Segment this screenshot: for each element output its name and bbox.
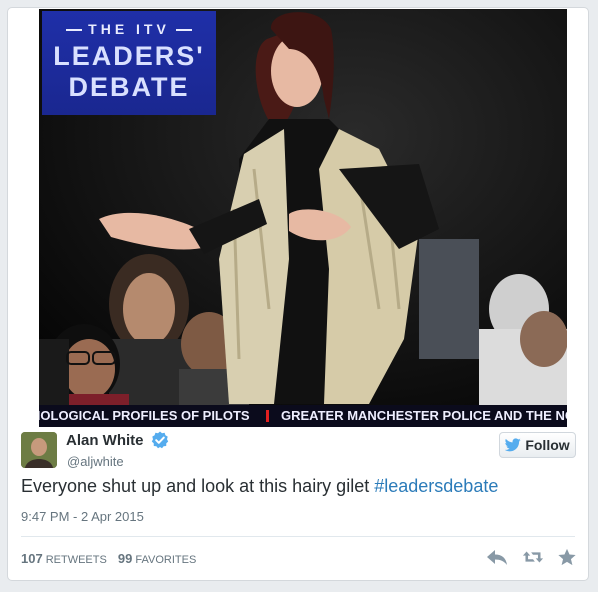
badge-line-1: LEADERS' xyxy=(53,41,205,71)
tweet-media-image[interactable]: THE ITV LEADERS' DEBATE HOLOGICAL PROFIL… xyxy=(39,9,567,427)
news-ticker: HOLOGICAL PROFILES OF PILOTS GREATER MAN… xyxy=(39,405,567,427)
user-handle[interactable]: @aljwhite xyxy=(67,454,124,469)
ticker-separator xyxy=(266,410,269,422)
follow-button[interactable]: Follow xyxy=(499,432,576,458)
retweets-label[interactable]: RETWEETS xyxy=(46,554,107,566)
user-avatar[interactable] xyxy=(21,432,57,468)
badge-line-top: THE ITV xyxy=(42,21,216,37)
ticker-right-text: GREATER MANCHESTER POLICE AND THE NO xyxy=(281,408,567,423)
tweet-text: Everyone shut up and look at this hairy … xyxy=(21,476,498,497)
tweet-text-body: Everyone shut up and look at this hairy … xyxy=(21,476,370,496)
retweets-count[interactable]: 107 xyxy=(21,551,43,566)
badge-line-2: DEBATE xyxy=(68,72,190,102)
tweet-timestamp[interactable]: 9:47 PM - 2 Apr 2015 xyxy=(21,509,144,524)
ticker-left-text: HOLOGICAL PROFILES OF PILOTS xyxy=(39,408,250,423)
stats-divider xyxy=(21,536,575,537)
twitter-bird-icon xyxy=(505,438,522,452)
itv-leaders-debate-logo: THE ITV LEADERS' DEBATE xyxy=(42,11,216,115)
favorites-label[interactable]: FAVORITES xyxy=(135,554,196,566)
hashtag-link[interactable]: #leadersdebate xyxy=(374,476,498,496)
avatar-image xyxy=(21,432,57,468)
retweet-icon[interactable] xyxy=(522,548,544,566)
tweet-stats: 107 RETWEETS 99 FAVORITES xyxy=(21,551,196,566)
reply-icon[interactable] xyxy=(486,548,508,566)
star-icon[interactable] xyxy=(556,548,578,566)
embedded-tweet-card: THE ITV LEADERS' DEBATE HOLOGICAL PROFIL… xyxy=(7,7,589,581)
user-display-name[interactable]: Alan White xyxy=(66,432,144,449)
favorites-count[interactable]: 99 xyxy=(118,551,132,566)
follow-button-label: Follow xyxy=(525,437,570,453)
verified-badge-icon xyxy=(151,431,169,449)
